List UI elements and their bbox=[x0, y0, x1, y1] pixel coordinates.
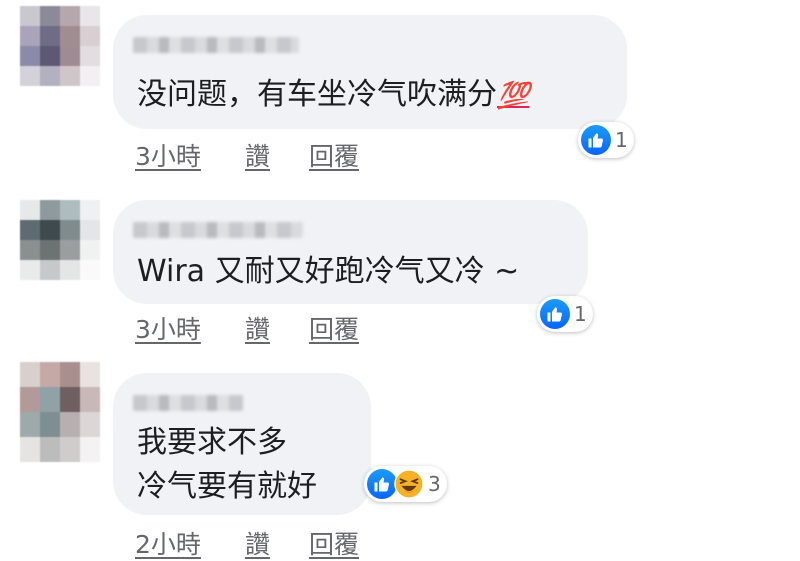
comment-actions: 3小時 讚 回覆 bbox=[135, 137, 359, 173]
avatar[interactable] bbox=[20, 200, 100, 280]
comment-bubble: 我要求不多 冷气要有就好 bbox=[113, 373, 371, 515]
comment-bubble: Wira 又耐又好跑冷气又冷 ~ bbox=[113, 200, 588, 304]
like-reaction-icon bbox=[540, 299, 570, 329]
timestamp-link[interactable]: 3小時 bbox=[135, 137, 245, 173]
like-button[interactable]: 讚 bbox=[245, 137, 309, 173]
reply-button[interactable]: 回覆 bbox=[309, 310, 359, 346]
like-button[interactable]: 讚 bbox=[245, 310, 309, 346]
reaction-summary[interactable]: 3 bbox=[364, 466, 447, 502]
like-reaction-icon bbox=[581, 125, 611, 155]
avatar[interactable] bbox=[20, 362, 100, 462]
reply-button[interactable]: 回覆 bbox=[309, 525, 359, 561]
avatar[interactable] bbox=[20, 6, 100, 86]
like-reaction-icon bbox=[367, 469, 397, 499]
haha-reaction-icon bbox=[394, 469, 424, 499]
reaction-count: 1 bbox=[574, 302, 587, 326]
comment-text: 没问题，有车坐冷气吹满分💯 bbox=[137, 77, 530, 112]
timestamp-link[interactable]: 2小時 bbox=[135, 525, 245, 561]
blurred-author-name[interactable] bbox=[133, 37, 299, 53]
reaction-count: 3 bbox=[428, 472, 441, 496]
reply-button[interactable]: 回覆 bbox=[309, 137, 359, 173]
comment-text-line-1: 我要求不多 bbox=[137, 425, 287, 460]
like-button[interactable]: 讚 bbox=[245, 525, 309, 561]
blurred-author-name[interactable] bbox=[133, 395, 243, 411]
reaction-summary[interactable]: 1 bbox=[578, 122, 634, 158]
comment-text: Wira 又耐又好跑冷气又冷 ~ bbox=[137, 254, 520, 289]
reaction-count: 1 bbox=[615, 128, 628, 152]
reaction-summary[interactable]: 1 bbox=[537, 296, 593, 332]
comment-bubble: 没问题，有车坐冷气吹满分💯 bbox=[113, 15, 627, 129]
comment-actions: 3小時 讚 回覆 bbox=[135, 310, 359, 346]
blurred-author-name[interactable] bbox=[133, 222, 303, 238]
comment-text-line-2: 冷气要有就好 bbox=[137, 469, 317, 504]
hundred-points-emoji: 💯 bbox=[497, 81, 530, 111]
timestamp-link[interactable]: 3小時 bbox=[135, 310, 245, 346]
comment-actions: 2小時 讚 回覆 bbox=[135, 525, 359, 561]
